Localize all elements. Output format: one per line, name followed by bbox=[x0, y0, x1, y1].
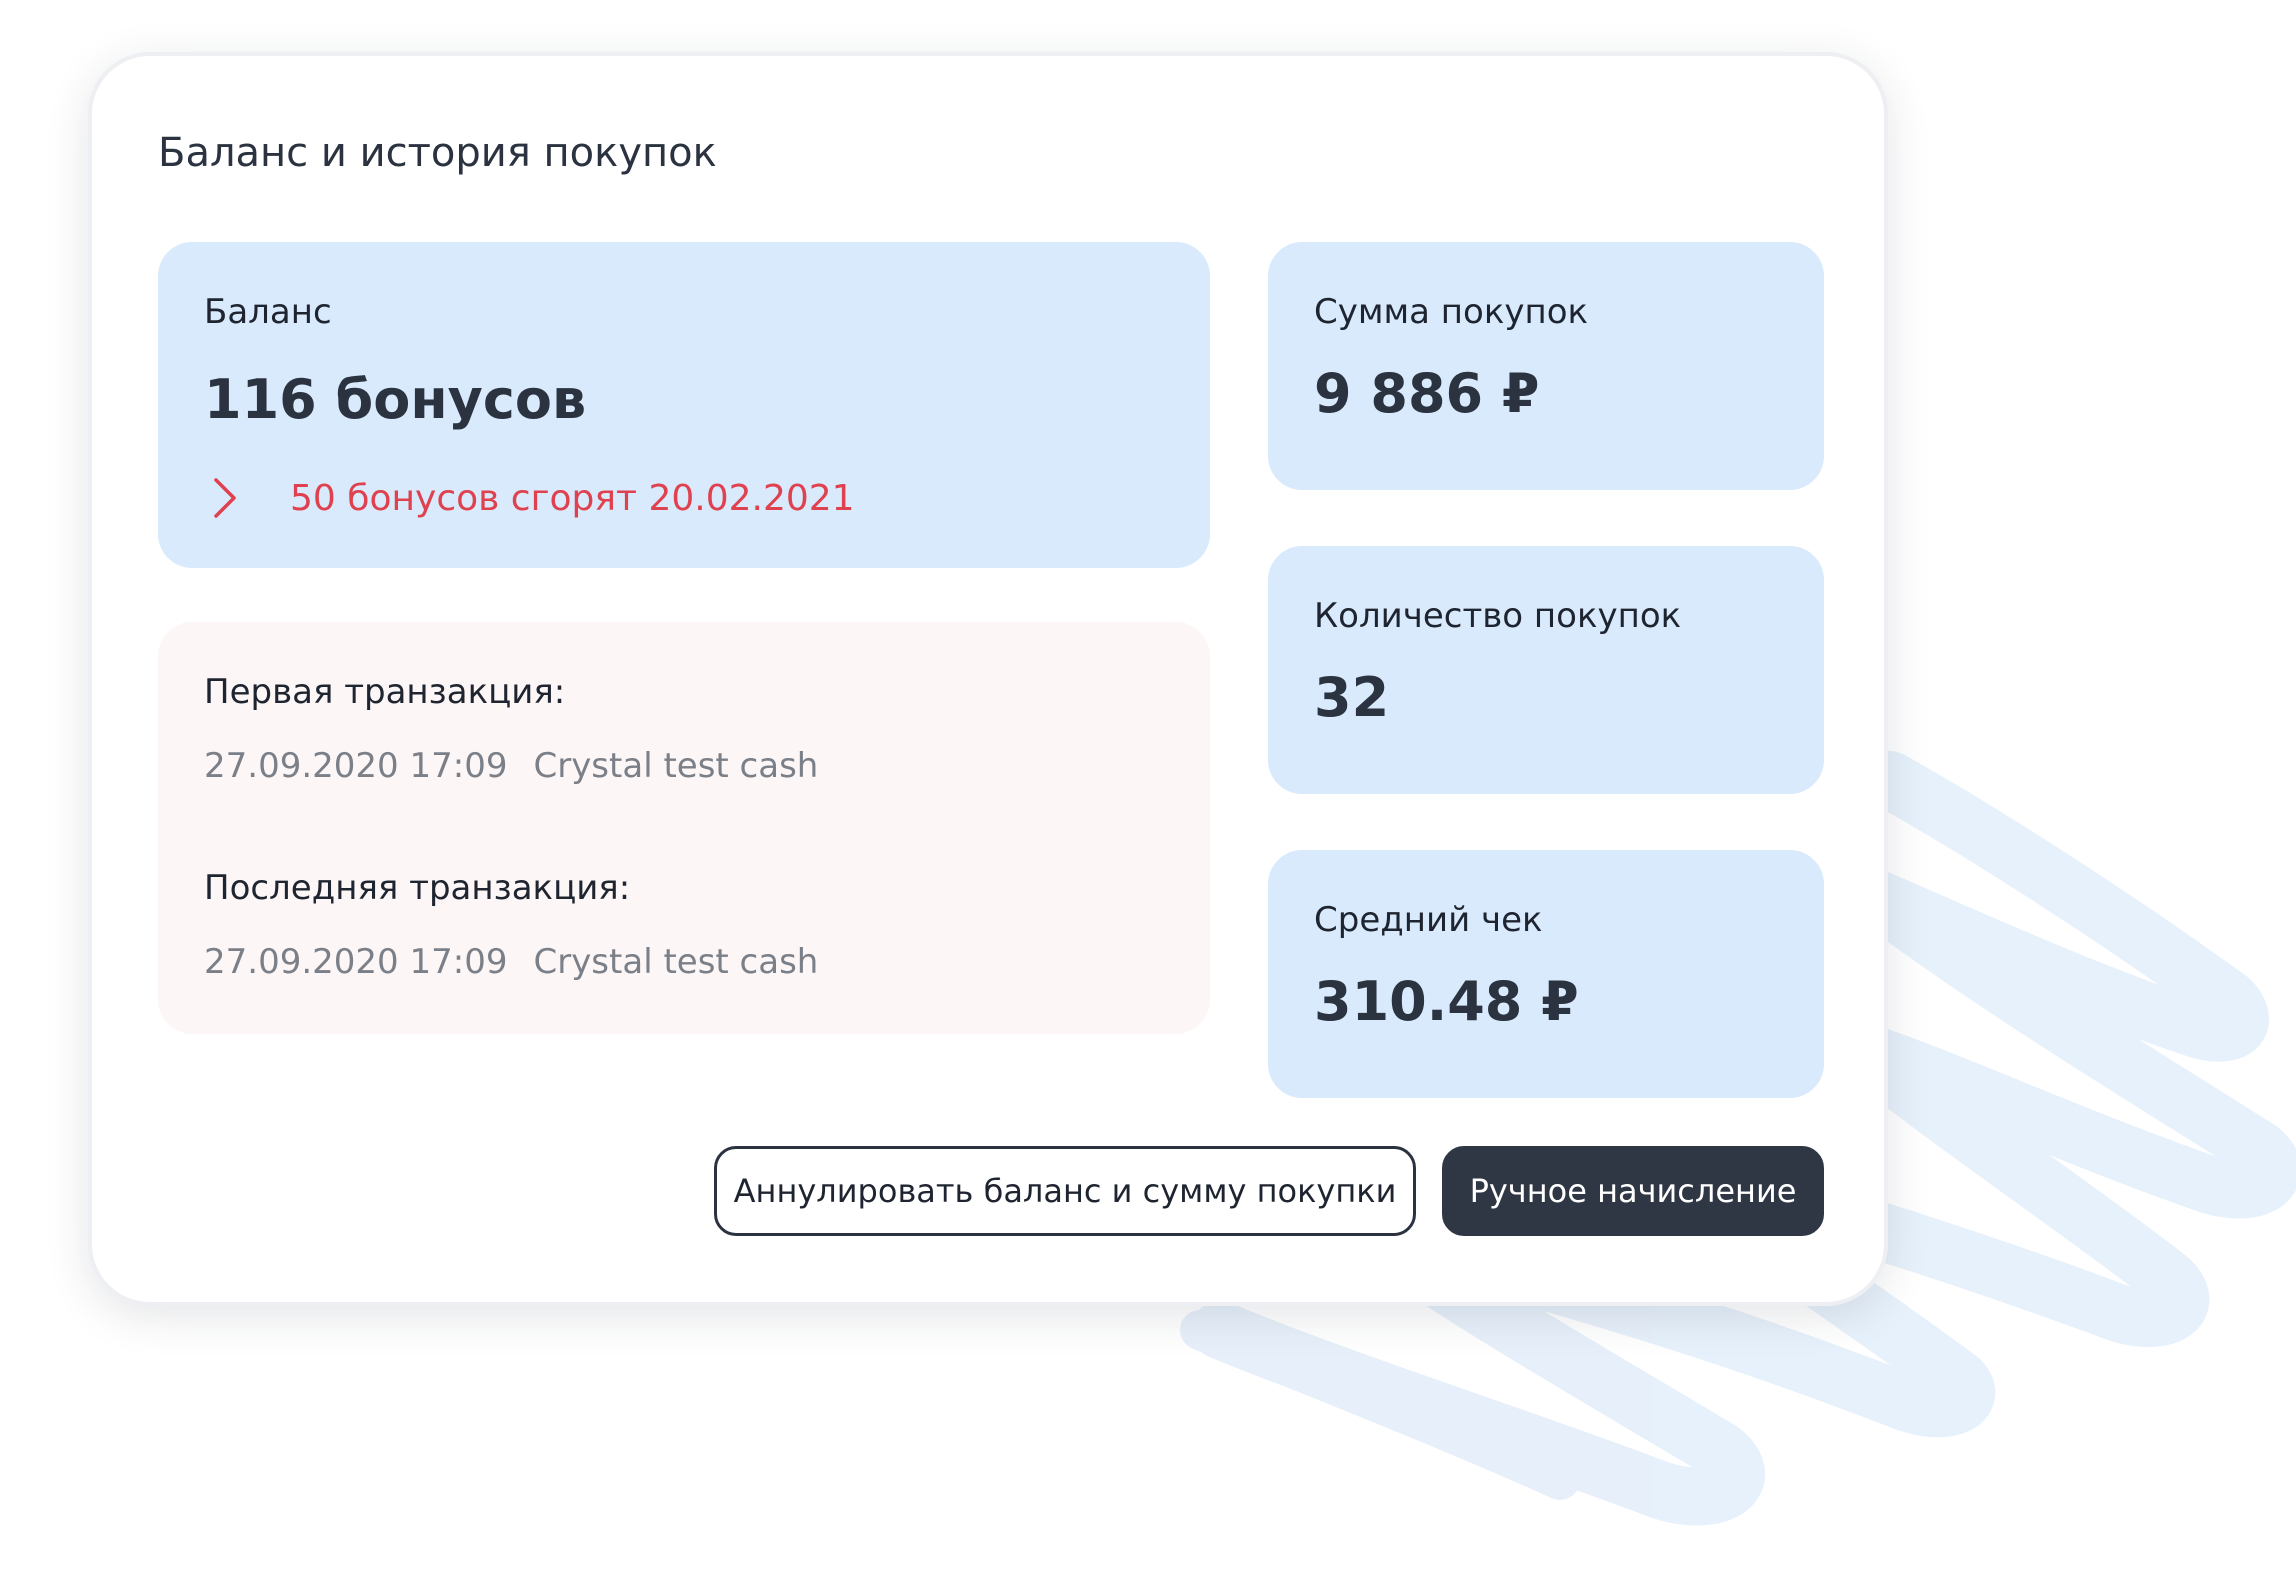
first-transaction-detail: 27.09.2020 17:09 Crystal test cash bbox=[204, 746, 818, 786]
average-check-label: Средний чек bbox=[1314, 900, 1543, 940]
balance-tile: Баланс 116 бонусов 50 бонусов сгорят 20.… bbox=[158, 242, 1210, 568]
card-title: Баланс и история покупок bbox=[158, 130, 717, 176]
last-transaction-place: Crystal test cash bbox=[533, 942, 819, 982]
bonus-expiry-text: 50 бонусов сгорят 20.02.2021 bbox=[290, 477, 855, 519]
bonus-expiry-link[interactable]: 50 бонусов сгорят 20.02.2021 bbox=[210, 476, 855, 520]
balance-value: 116 бонусов bbox=[204, 368, 587, 431]
transactions-tile: Первая транзакция: 27.09.2020 17:09 Cryst… bbox=[158, 622, 1210, 1034]
last-transaction-label: Последняя транзакция: bbox=[204, 868, 631, 908]
reset-balance-button[interactable]: Аннулировать баланс и сумму покупки bbox=[714, 1146, 1416, 1236]
average-check-value: 310.48 ₽ bbox=[1314, 970, 1579, 1033]
purchase-count-value: 32 bbox=[1314, 666, 1390, 729]
purchase-count-tile: Количество покупок 32 bbox=[1268, 546, 1824, 794]
last-transaction-detail: 27.09.2020 17:09 Crystal test cash bbox=[204, 942, 818, 982]
last-transaction-datetime: 27.09.2020 17:09 bbox=[204, 942, 508, 982]
first-transaction-label: Первая транзакция: bbox=[204, 672, 566, 712]
balance-label: Баланс bbox=[204, 292, 332, 332]
balance-history-card: Баланс и история покупок Баланс 116 бону… bbox=[88, 52, 1888, 1306]
chevron-right-icon bbox=[214, 478, 236, 518]
average-check-tile: Средний чек 310.48 ₽ bbox=[1268, 850, 1824, 1098]
purchase-count-label: Количество покупок bbox=[1314, 596, 1682, 636]
purchase-sum-tile: Сумма покупок 9 886 ₽ bbox=[1268, 242, 1824, 490]
purchase-sum-label: Сумма покупок bbox=[1314, 292, 1589, 332]
first-transaction-place: Crystal test cash bbox=[533, 746, 819, 786]
purchase-sum-value: 9 886 ₽ bbox=[1314, 362, 1540, 425]
first-transaction-datetime: 27.09.2020 17:09 bbox=[204, 746, 508, 786]
manual-accrual-button[interactable]: Ручное начисление bbox=[1442, 1146, 1824, 1236]
